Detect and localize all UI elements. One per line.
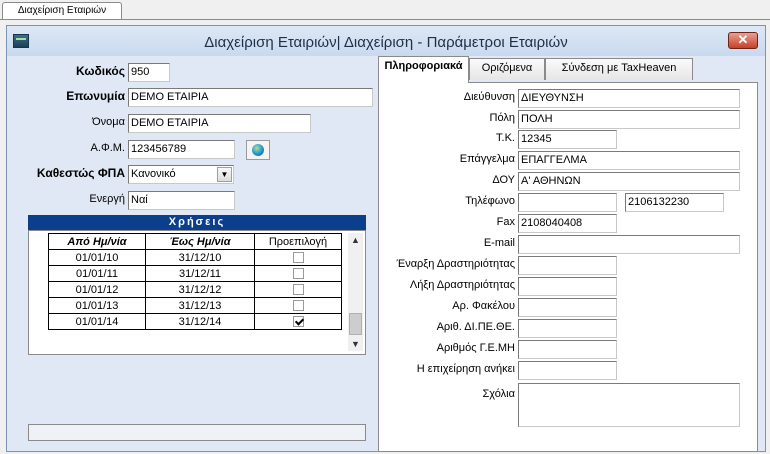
email-field[interactable] [518, 235, 740, 254]
start-label: Έναρξη Δραστηριότητας [396, 258, 515, 270]
default-cell [254, 313, 342, 330]
from-date-cell[interactable]: 01/01/12 [48, 281, 146, 298]
tab-strip-line [0, 19, 770, 20]
table-row[interactable]: 01/01/10 31/12/10 [48, 249, 342, 266]
chevron-down-icon[interactable]: ▼ [217, 167, 232, 182]
name-field[interactable]: DEMO ΕΤΑΙΡΙΑ [128, 88, 373, 107]
status-bar [28, 424, 366, 441]
from-date-cell[interactable]: 01/01/10 [48, 249, 146, 266]
tab-defined[interactable]: Οριζόμενα [469, 58, 545, 80]
belongs-field[interactable] [518, 361, 617, 380]
vat-select[interactable]: Κανονικό ▼ [128, 165, 234, 184]
folder-field[interactable] [518, 298, 617, 317]
to-date-cell[interactable]: 31/12/12 [145, 281, 255, 298]
default-cell [254, 281, 342, 298]
active-field[interactable]: Ναί [128, 191, 235, 210]
dipethe-field[interactable] [518, 319, 617, 338]
zip-field[interactable]: 12345 [518, 130, 617, 149]
email-label: E-mail [483, 237, 515, 249]
start-field[interactable] [518, 256, 617, 275]
window-title: Διαχείριση Εταιριών| Διαχείριση - Παράμε… [204, 34, 568, 51]
gemi-label: Αριθμός Γ.Ε.ΜΗ [436, 342, 515, 354]
gemi-field[interactable] [518, 340, 617, 359]
tab-info[interactable]: Πληροφοριακά [378, 56, 469, 83]
default-checkbox[interactable] [292, 268, 304, 280]
fiscal-years-grid: Από Ημ/νία Έως Ημ/νία Προεπιλογή 01/01/1… [28, 230, 366, 355]
dipethe-label: Αριθ. ΔΙ.ΠΕ.ΘΕ. [436, 321, 515, 333]
from-date-cell[interactable]: 01/01/11 [48, 265, 146, 282]
default-cell [254, 249, 342, 266]
company-form: Κωδικός 950 Επωνυμία DEMO ΕΤΑΙΡΙΑ Όνομα … [13, 58, 373, 448]
doy-field[interactable]: Α' ΑΘΗΝΩΝ [518, 172, 740, 191]
default-cell [254, 265, 342, 282]
default-checkbox[interactable] [292, 316, 304, 328]
globe-icon[interactable] [246, 140, 270, 160]
onoma-label: Όνομα [92, 116, 125, 128]
vat-label: Καθεστώς ΦΠΑ [36, 166, 125, 180]
fiscal-years-table: Από Ημ/νία Έως Ημ/νία Προεπιλογή 01/01/1… [48, 233, 342, 330]
table-row[interactable]: 01/01/11 31/12/11 [48, 265, 342, 282]
company-window: Διαχείριση Εταιριών| Διαχείριση - Παράμε… [6, 25, 766, 452]
document-tab[interactable]: Διαχείριση Εταιριών [2, 2, 122, 20]
job-label: Επάγγελμα [459, 153, 515, 165]
table-row[interactable]: 01/01/13 31/12/13 [48, 297, 342, 314]
fax-label: Fax [496, 216, 515, 228]
info-panel: Διεύθυνση ΔΙΕΥΘΥΝΣΗ Πόλη ΠΟΛΗ Τ.Κ. 12345… [378, 82, 758, 452]
city-label: Πόλη [489, 112, 515, 124]
default-checkbox[interactable] [292, 252, 304, 264]
belongs-label: Η επιχείρηση ανήκει [416, 363, 515, 375]
phone1-field[interactable] [518, 193, 617, 212]
end-field[interactable] [518, 277, 617, 296]
address-label: Διεύθυνση [463, 91, 515, 103]
scroll-thumb[interactable] [349, 313, 362, 335]
col-default[interactable]: Προεπιλογή [254, 233, 342, 250]
fax-field[interactable]: 2108040408 [518, 214, 617, 233]
scroll-down-icon[interactable]: ▼ [348, 337, 363, 351]
job-field[interactable]: ΕΠΑΓΓΕΛΜΑ [518, 151, 740, 170]
tab-taxheaven[interactable]: Σύνδεση με TaxHeaven [545, 58, 693, 80]
comments-label: Σχόλια [482, 388, 516, 400]
table-row[interactable]: 01/01/12 31/12/12 [48, 281, 342, 298]
to-date-cell[interactable]: 31/12/13 [145, 297, 255, 314]
table-row[interactable]: 01/01/14 31/12/14 [48, 313, 342, 330]
scroll-up-icon[interactable]: ▲ [348, 233, 363, 247]
onoma-field[interactable]: DEMO ΕΤΑΙΡΙΑ [128, 114, 311, 133]
doy-label: ΔΟΥ [492, 174, 515, 186]
name-label: Επωνυμία [66, 89, 125, 103]
address-field[interactable]: ΔΙΕΥΘΥΝΣΗ [518, 89, 740, 108]
from-date-cell[interactable]: 01/01/13 [48, 297, 146, 314]
col-from[interactable]: Από Ημ/νία [48, 233, 146, 250]
close-button[interactable]: ✕ [728, 32, 758, 49]
code-field[interactable]: 950 [128, 63, 170, 82]
from-date-cell[interactable]: 01/01/14 [48, 313, 146, 330]
zip-label: Τ.Κ. [496, 132, 515, 144]
grid-scrollbar[interactable]: ▲ ▼ [348, 233, 363, 351]
col-to[interactable]: Έως Ημ/νία [145, 233, 255, 250]
to-date-cell[interactable]: 31/12/11 [145, 265, 255, 282]
default-checkbox[interactable] [292, 284, 304, 296]
city-field[interactable]: ΠΟΛΗ [518, 110, 740, 129]
default-cell [254, 297, 342, 314]
vat-select-value: Κανονικό [131, 168, 176, 180]
title-bar: Διαχείριση Εταιριών| Διαχείριση - Παράμε… [7, 26, 765, 56]
to-date-cell[interactable]: 31/12/10 [145, 249, 255, 266]
default-checkbox[interactable] [292, 300, 304, 312]
afm-field[interactable]: 123456789 [128, 140, 235, 159]
phone2-field[interactable]: 2106132230 [625, 193, 724, 212]
fiscal-years-title: Χρήσεις [28, 215, 366, 230]
folder-label: Αρ. Φακέλου [452, 300, 515, 312]
to-date-cell[interactable]: 31/12/14 [145, 313, 255, 330]
comments-field[interactable] [518, 383, 740, 427]
code-label: Κωδικός [75, 64, 125, 78]
end-label: Λήξη Δραστηριότητας [409, 279, 515, 291]
phone-label: Τηλέφωνο [465, 195, 515, 207]
afm-label: Α.Φ.Μ. [90, 142, 125, 154]
active-label: Ενεργή [89, 193, 125, 205]
